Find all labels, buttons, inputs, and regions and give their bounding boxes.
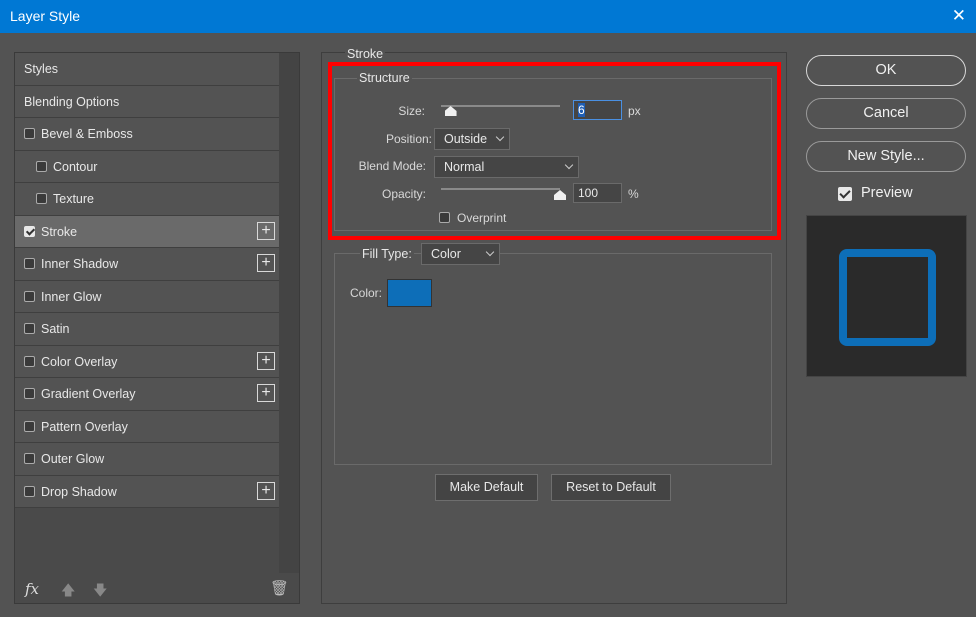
style-item-label: Texture	[53, 192, 94, 206]
move-down-icon[interactable]: 🡇	[93, 580, 107, 604]
color-label: Color:	[349, 286, 382, 300]
preview-checkbox[interactable]	[838, 187, 852, 201]
style-item-label: Bevel & Emboss	[41, 127, 133, 141]
styles-panel: Styles Blending Options Bevel & Emboss Cont…	[14, 52, 300, 604]
reset-to-default-button[interactable]: Reset to Default	[551, 474, 671, 501]
style-item-pattern-overlay[interactable]: Pattern Overlay	[15, 410, 279, 443]
fx-icon[interactable]: fx	[25, 580, 39, 598]
style-checkbox[interactable]	[24, 225, 35, 237]
cancel-button[interactable]: Cancel	[806, 98, 966, 129]
ok-button[interactable]: OK	[806, 55, 966, 86]
style-checkbox[interactable]	[24, 485, 35, 497]
add-style-icon[interactable]: +	[257, 481, 275, 500]
style-item-inner-shadow[interactable]: Inner Shadow +	[15, 248, 279, 281]
window-title: Layer Style	[10, 8, 81, 24]
style-item-label: Outer Glow	[41, 452, 105, 466]
close-icon[interactable]: ✕	[952, 6, 966, 26]
add-style-icon[interactable]: +	[257, 384, 275, 402]
style-item-bevel-emboss[interactable]: Bevel & Emboss	[15, 118, 279, 151]
style-checkbox[interactable]	[24, 388, 35, 399]
styles-list: Styles Blending Options Bevel & Emboss Cont…	[15, 53, 279, 508]
fill-type-dropdown[interactable]: Color	[421, 243, 500, 265]
style-checkbox[interactable]	[24, 453, 35, 464]
style-checkbox[interactable]	[36, 160, 47, 172]
highlight-annotation-box	[328, 62, 781, 240]
style-item-label: Styles	[24, 62, 59, 76]
style-item-drop-shadow[interactable]: Drop Shadow +	[15, 475, 279, 508]
make-default-button[interactable]: Make Default	[435, 474, 538, 501]
fill-type-label: Fill Type:	[360, 247, 414, 261]
style-item-label: Color Overlay	[41, 354, 118, 369]
add-style-icon[interactable]: +	[257, 254, 275, 272]
style-item-label: Pattern Overlay	[41, 419, 128, 434]
styles-scrollbar[interactable]	[279, 53, 299, 573]
style-checkbox[interactable]	[24, 355, 35, 367]
style-item-label: Contour	[53, 159, 98, 174]
preview-label: Preview	[861, 185, 913, 201]
add-style-icon[interactable]: +	[257, 221, 275, 240]
style-item-styles[interactable]: Styles	[15, 53, 279, 86]
new-style-button[interactable]: New Style...	[806, 141, 966, 172]
style-checkbox[interactable]	[24, 290, 35, 302]
style-item-label: Drop Shadow	[41, 484, 117, 499]
preview-thumbnail	[806, 215, 967, 377]
style-item-texture[interactable]: Texture	[15, 183, 279, 216]
style-item-label: Satin	[41, 322, 70, 336]
style-checkbox[interactable]	[24, 258, 35, 269]
style-checkbox[interactable]	[36, 193, 47, 204]
style-checkbox[interactable]	[24, 323, 35, 334]
style-item-outer-glow[interactable]: Outer Glow	[15, 443, 279, 476]
style-item-label: Inner Shadow	[41, 257, 119, 271]
trash-icon[interactable]: 🗑	[270, 579, 289, 597]
title-bar: Layer Style ✕	[0, 0, 976, 33]
style-item-gradient-overlay[interactable]: Gradient Overlay +	[15, 378, 279, 411]
style-item-label: Inner Glow	[41, 289, 102, 304]
color-swatch[interactable]	[387, 279, 432, 307]
style-item-stroke[interactable]: Stroke +	[15, 215, 279, 248]
style-item-label: Gradient Overlay	[41, 387, 136, 401]
stroke-section-title: Stroke	[345, 47, 386, 61]
style-checkbox[interactable]	[24, 128, 35, 139]
style-item-contour[interactable]: Contour	[15, 150, 279, 183]
styles-footer: fx 🡅 🡇 🗑	[15, 573, 299, 604]
move-up-icon[interactable]: 🡅	[61, 580, 75, 604]
style-item-satin[interactable]: Satin	[15, 313, 279, 346]
style-checkbox[interactable]	[24, 420, 35, 432]
style-item-inner-glow[interactable]: Inner Glow	[15, 280, 279, 313]
style-item-color-overlay[interactable]: Color Overlay +	[15, 345, 279, 378]
style-item-label: Blending Options	[24, 94, 120, 109]
preview-shape	[839, 249, 936, 346]
add-style-icon[interactable]: +	[257, 351, 275, 370]
chevron-down-icon	[485, 247, 495, 257]
style-item-blending-options[interactable]: Blending Options	[15, 85, 279, 118]
style-item-label: Stroke	[41, 224, 78, 239]
